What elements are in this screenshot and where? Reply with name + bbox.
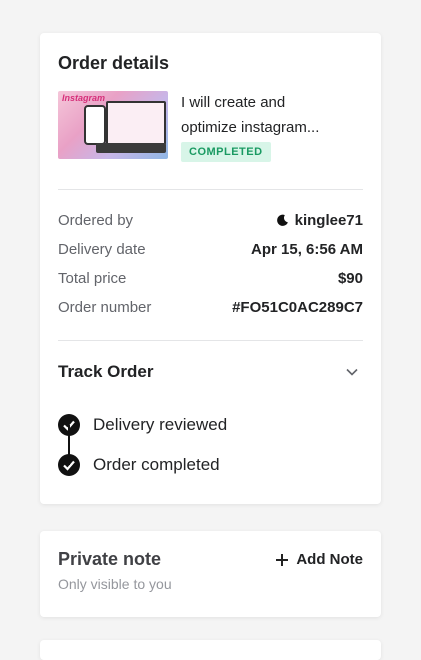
- phone-illustration: [84, 105, 106, 145]
- plus-icon: [276, 553, 289, 566]
- divider: [58, 340, 363, 341]
- track-order-title: Track Order: [58, 362, 154, 381]
- detail-value[interactable]: kinglee71: [276, 212, 363, 229]
- gig-summary[interactable]: Instagram I will create and optimize ins…: [58, 91, 363, 162]
- status-badge: COMPLETED: [181, 142, 271, 162]
- step-label: Delivery reviewed: [93, 415, 228, 434]
- private-note-title: Private note: [58, 549, 162, 569]
- moon-icon: [276, 214, 288, 226]
- private-note-header: Private note Add Note: [58, 549, 363, 570]
- detail-value: #FO51C0AC289C7: [232, 299, 363, 316]
- detail-row-total-price: Total price $90: [58, 264, 363, 293]
- buyer-username[interactable]: kinglee71: [295, 212, 363, 229]
- track-order-toggle[interactable]: Track Order: [58, 362, 363, 382]
- order-details-title: Order details: [58, 53, 170, 73]
- detail-value: $90: [337, 270, 363, 287]
- gig-thumbnail[interactable]: Instagram: [58, 91, 168, 159]
- private-note-card: Private note Add Note Only visible to yo…: [40, 531, 381, 617]
- gig-info: I will create and optimize instagram... …: [181, 91, 341, 162]
- timeline-step: Order completed: [58, 445, 363, 485]
- screen-illustration: [106, 101, 166, 145]
- detail-label: Order number: [58, 299, 152, 316]
- next-card-edge: [40, 640, 381, 660]
- laptop-illustration: [96, 143, 166, 153]
- detail-label: Delivery date: [58, 241, 146, 258]
- add-note-button[interactable]: Add Note: [275, 551, 363, 568]
- chevron-down-icon[interactable]: [345, 365, 359, 379]
- order-timeline: Delivery reviewed Order completed: [58, 405, 363, 485]
- step-label: Order completed: [93, 455, 220, 474]
- order-details-card: Order details Instagram I will create an…: [40, 33, 381, 504]
- divider: [58, 189, 363, 190]
- detail-row-delivery-date: Delivery date Apr 15, 6:56 AM: [58, 235, 363, 264]
- detail-label: Total price: [58, 270, 127, 287]
- gig-title[interactable]: I will create and optimize instagram...: [181, 90, 341, 140]
- order-details-list: Ordered by kinglee71 Delivery date Apr 1…: [58, 206, 363, 322]
- detail-label: Ordered by: [58, 212, 134, 229]
- thumbnail-text: Instagram: [62, 93, 106, 103]
- timeline-connector: [68, 425, 70, 465]
- private-note-subtitle: Only visible to you: [58, 576, 172, 592]
- detail-row-ordered-by: Ordered by kinglee71: [58, 206, 363, 235]
- detail-row-order-number: Order number #FO51C0AC289C7: [58, 293, 363, 322]
- timeline-step: Delivery reviewed: [58, 405, 363, 445]
- add-note-label: Add Note: [296, 551, 363, 568]
- detail-value: Apr 15, 6:56 AM: [251, 241, 363, 258]
